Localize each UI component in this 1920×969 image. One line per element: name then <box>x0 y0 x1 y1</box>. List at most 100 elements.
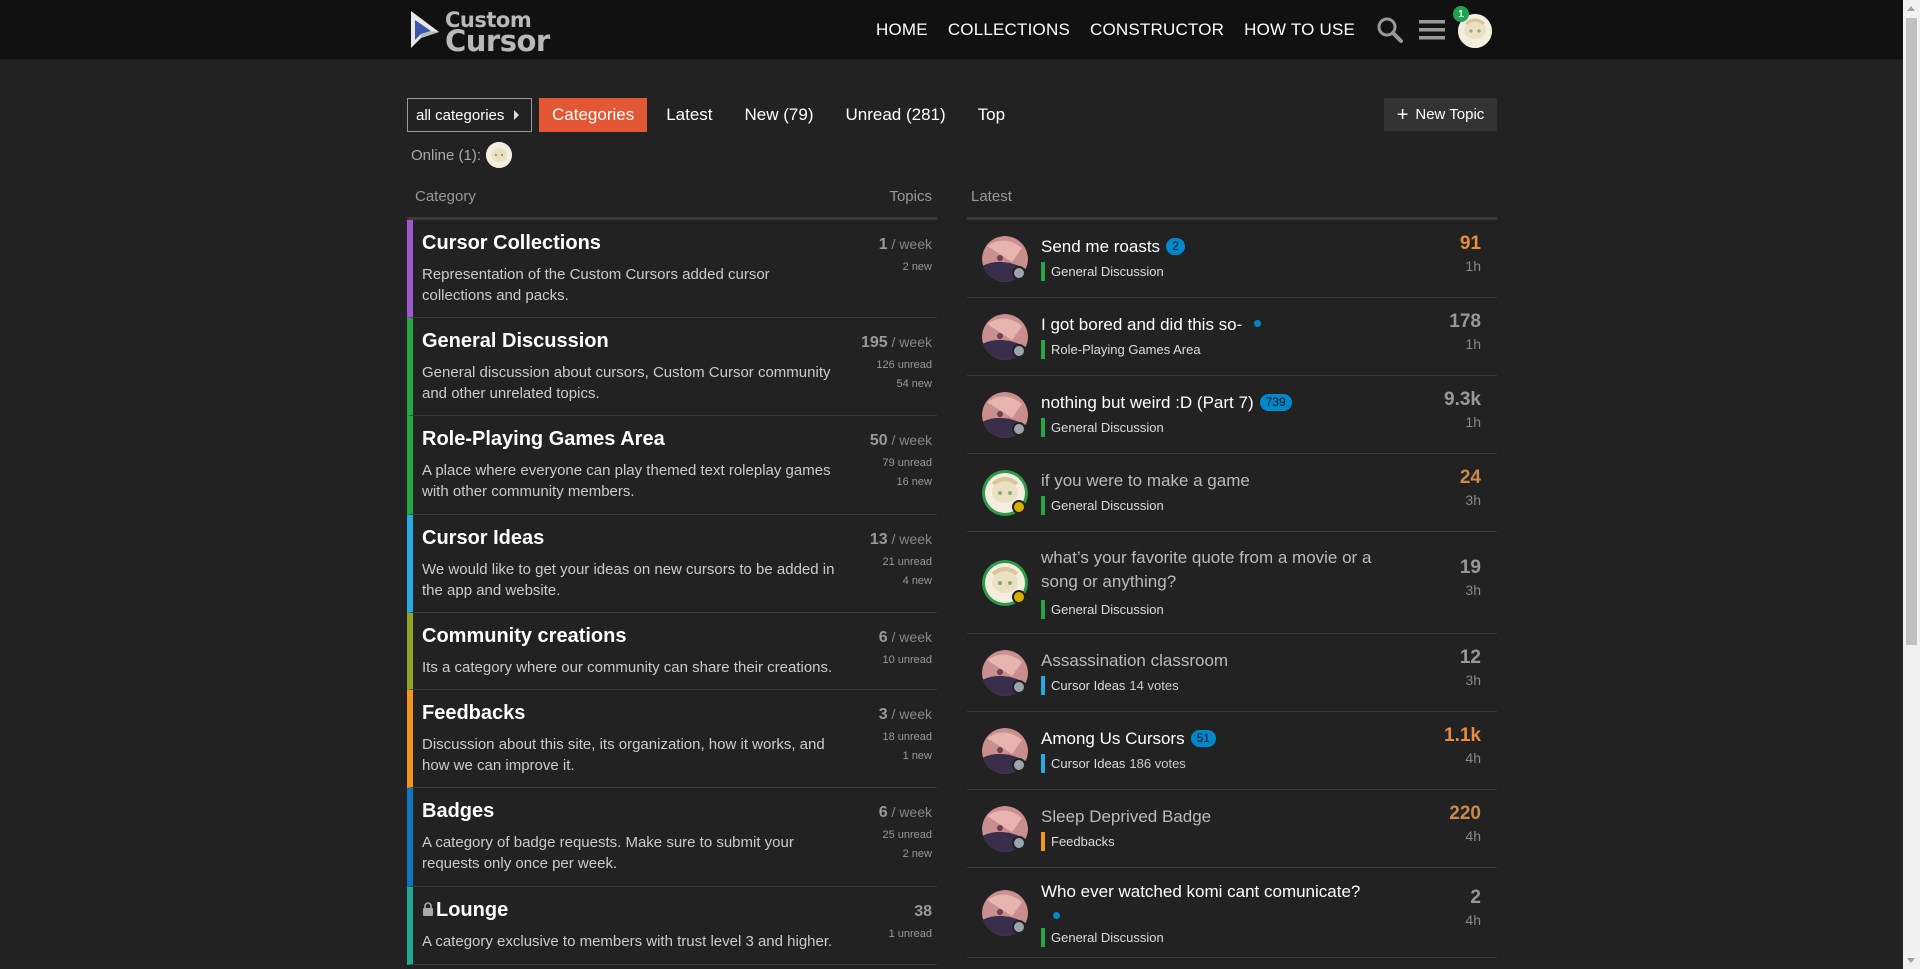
topic-age[interactable]: 3h <box>1465 492 1481 508</box>
category-name[interactable]: Cursor Ideas <box>422 527 544 550</box>
category-name[interactable]: Badges <box>422 800 494 823</box>
unread-count-badge[interactable]: 51 <box>1190 730 1216 747</box>
nav-constructor[interactable]: CONSTRUCTOR <box>1090 20 1224 40</box>
topic-title[interactable]: Who ever watched komi cant comunicate? <box>1041 880 1381 919</box>
nav-collections[interactable]: COLLECTIONS <box>948 20 1070 40</box>
tab-categories[interactable]: Categories <box>539 98 648 132</box>
topic-age[interactable]: 1h <box>1465 414 1481 430</box>
scrollbar-thumb[interactable] <box>1906 18 1917 645</box>
topic-title-text: what’s your favorite quote from a movie … <box>1041 548 1372 591</box>
tab-unread[interactable]: Unread (281) <box>833 98 959 132</box>
category-sub-stat-primary[interactable]: 2 new <box>879 261 932 273</box>
category-sub-stat-primary[interactable]: 10 unread <box>879 654 932 666</box>
new-topic-button[interactable]: + New Topic <box>1384 98 1497 131</box>
category-sub-stat-primary[interactable]: 126 unread <box>861 359 932 371</box>
online-user-avatar[interactable] <box>486 142 513 168</box>
plus-icon: + <box>1396 103 1409 126</box>
category-name[interactable]: Community creations <box>422 625 626 648</box>
tab-latest[interactable]: Latest <box>653 98 725 132</box>
nav-how-to-use[interactable]: HOW TO USE <box>1244 20 1355 40</box>
topic-title[interactable]: if you were to make a game <box>1041 469 1381 493</box>
topic-category[interactable]: General Discussion <box>1041 928 1164 947</box>
reply-count[interactable]: 1.1k <box>1444 725 1481 747</box>
topic-row[interactable]: Assassination classroom Cursor Ideas 14 vo… <box>967 634 1497 712</box>
reply-count[interactable]: 91 <box>1460 233 1481 255</box>
scroll-up-arrow-icon[interactable] <box>1907 6 1915 11</box>
topic-row[interactable]: nothing but weird :D (Part 7) 739 General … <box>967 376 1497 454</box>
topic-age[interactable]: 3h <box>1465 672 1481 688</box>
reply-count[interactable]: 9.3k <box>1444 389 1481 411</box>
category-row[interactable]: Feedbacks Discussion about this site, its… <box>407 690 937 788</box>
topic-row[interactable]: I got bored and did this so- Role-Playing… <box>967 298 1497 376</box>
category-sub-stat-primary[interactable]: 79 unread <box>870 457 932 469</box>
reply-count[interactable]: 220 <box>1449 803 1481 825</box>
topic-title[interactable]: nothing but weird :D (Part 7) 739 <box>1041 391 1381 415</box>
topic-category[interactable]: Role-Playing Games Area <box>1041 340 1201 359</box>
category-row[interactable]: Community creations Its a category where … <box>407 613 937 690</box>
topic-category[interactable]: General Discussion <box>1041 600 1164 619</box>
topic-title[interactable]: Assassination classroom <box>1041 649 1381 673</box>
topic-row[interactable]: Send me roasts 2 General Discussion 91 1h <box>967 220 1497 298</box>
reply-count[interactable]: 24 <box>1460 467 1481 489</box>
topic-row[interactable]: what’s your favorite quote from a movie … <box>967 532 1497 634</box>
reply-count[interactable]: 12 <box>1460 647 1481 669</box>
topic-age[interactable]: 4h <box>1465 912 1481 928</box>
unread-count-badge[interactable]: 739 <box>1259 394 1292 411</box>
category-row[interactable]: Lounge A category exclusive to members wi… <box>407 887 937 965</box>
category-sub-stat-secondary[interactable]: 2 new <box>879 848 932 860</box>
nav-home[interactable]: HOME <box>876 20 928 40</box>
topic-age[interactable]: 4h <box>1465 750 1481 766</box>
topic-age[interactable]: 3h <box>1465 582 1481 598</box>
topic-category[interactable]: Cursor Ideas 14 votes <box>1041 676 1179 695</box>
topic-title[interactable]: what’s your favorite quote from a movie … <box>1041 546 1381 594</box>
tab-new[interactable]: New (79) <box>732 98 827 132</box>
category-row[interactable]: General Discussion General discussion abo… <box>407 318 937 416</box>
reply-count[interactable]: 2 <box>1470 887 1481 909</box>
category-name[interactable]: Lounge <box>422 899 508 922</box>
category-sub-stat-primary[interactable]: 25 unread <box>879 829 932 841</box>
category-sub-stat-primary[interactable]: 21 unread <box>870 556 932 568</box>
topic-title[interactable]: Sleep Deprived Badge <box>1041 805 1381 829</box>
category-name[interactable]: Cursor Collections <box>422 232 601 255</box>
topic-age[interactable]: 1h <box>1465 258 1481 274</box>
category-sub-stat-primary[interactable]: 18 unread <box>879 731 932 743</box>
reply-count[interactable]: 19 <box>1460 557 1481 579</box>
unread-count-badge[interactable]: 2 <box>1166 238 1185 255</box>
topic-category[interactable]: General Discussion <box>1041 496 1164 515</box>
category-row[interactable]: Cursor Ideas We would like to get your id… <box>407 515 937 613</box>
hamburger-menu-icon[interactable] <box>1416 14 1448 46</box>
topic-row[interactable]: Who ever watched komi cant comunicate? Ge… <box>967 868 1497 958</box>
category-sub-stat-secondary[interactable]: 1 new <box>879 750 932 762</box>
notification-badge[interactable]: 1 <box>1453 6 1469 22</box>
topic-title[interactable]: I got bored and did this so- <box>1041 313 1381 337</box>
page-scrollbar[interactable] <box>1903 0 1920 969</box>
category-sub-stat-secondary[interactable]: 4 new <box>870 575 932 587</box>
category-row[interactable]: Role-Playing Games Area A place where eve… <box>407 416 937 515</box>
topic-row[interactable]: Sleep Deprived Badge Feedbacks 220 4h <box>967 790 1497 868</box>
scroll-down-arrow-icon[interactable] <box>1907 958 1915 963</box>
topic-category[interactable]: Feedbacks <box>1041 832 1115 851</box>
topic-age[interactable]: 4h <box>1465 828 1481 844</box>
category-name[interactable]: Feedbacks <box>422 702 525 725</box>
category-row[interactable]: Cursor Collections Representation of the … <box>407 220 937 318</box>
category-sub-stat-primary[interactable]: 1 unread <box>889 928 932 940</box>
topic-title[interactable]: Send me roasts 2 <box>1041 235 1381 259</box>
topic-age[interactable]: 1h <box>1465 336 1481 352</box>
category-name[interactable]: General Discussion <box>422 330 609 353</box>
category-description: Representation of the Custom Cursors add… <box>422 266 770 304</box>
topic-category[interactable]: Cursor Ideas 186 votes <box>1041 754 1186 773</box>
category-sub-stat-secondary[interactable]: 16 new <box>870 476 932 488</box>
topic-row[interactable]: if you were to make a game General Discus… <box>967 454 1497 532</box>
search-icon[interactable] <box>1374 14 1406 46</box>
topic-category[interactable]: General Discussion <box>1041 418 1164 437</box>
category-name[interactable]: Role-Playing Games Area <box>422 428 665 451</box>
topic-category[interactable]: General Discussion <box>1041 262 1164 281</box>
topic-row[interactable]: Among Us Cursors 51 Cursor Ideas 186 votes 1… <box>967 712 1497 790</box>
reply-count[interactable]: 178 <box>1449 311 1481 333</box>
category-dropdown[interactable]: all categories <box>407 98 532 132</box>
topic-title[interactable]: Among Us Cursors 51 <box>1041 727 1381 751</box>
tab-top[interactable]: Top <box>965 98 1018 132</box>
category-sub-stat-secondary[interactable]: 54 new <box>861 378 932 390</box>
site-logo[interactable]: Custom Cursor <box>409 8 559 58</box>
category-row[interactable]: Badges A category of badge requests. Make… <box>407 788 937 887</box>
